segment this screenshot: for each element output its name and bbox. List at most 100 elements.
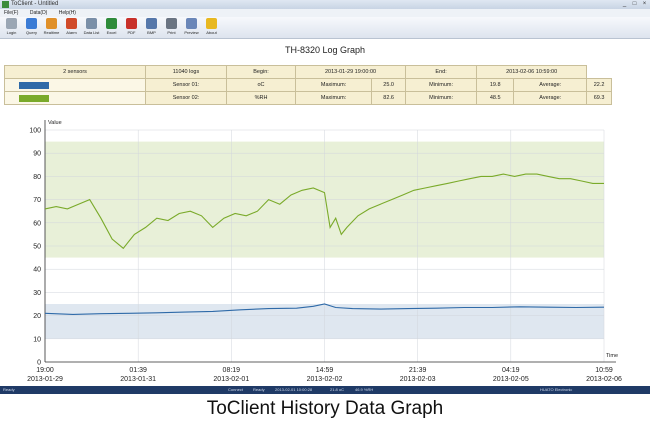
pdf-button[interactable]: PDF	[123, 18, 140, 37]
y-tick-label: 20	[33, 313, 41, 320]
sensor-01-max-label: Maximum:	[294, 78, 373, 92]
x-tick-time: 19:00	[36, 367, 54, 374]
toolbar-label: BMP	[147, 30, 156, 35]
status-hum: 46.9 %RH	[355, 387, 374, 392]
maximize-button[interactable]: □	[630, 1, 639, 8]
bmp-button[interactable]: BMP	[143, 18, 160, 37]
preview-icon	[186, 18, 197, 29]
sensor-count: 2 sensors	[4, 65, 146, 79]
log-count: 11040 logs	[145, 65, 227, 79]
about-icon	[206, 18, 217, 29]
sensor-01-swatch	[19, 81, 49, 89]
sensor-01-min: 19.8	[476, 78, 515, 92]
toolbar-label: Alarm	[66, 30, 77, 35]
toolbar: Login Query Realtime Alarm Data List Excel PDF…	[0, 17, 650, 39]
sensor-02-max-label: Maximum:	[294, 91, 373, 105]
sensor-02-unit: %RH	[226, 91, 296, 105]
toolbar-label: Query	[26, 30, 37, 35]
menu-file[interactable]: File(F)	[4, 10, 18, 16]
y-tick-label: 10	[33, 336, 41, 343]
toolbar-label: Login	[6, 30, 17, 35]
x-tick-time: 10:59	[595, 367, 613, 374]
caption: ToClient History Data Graph	[206, 398, 444, 419]
alarm-icon	[66, 18, 77, 29]
sensor-01-name: Sensor 01:	[145, 78, 227, 92]
toolbar-label: Excel	[106, 30, 117, 35]
data-list-button[interactable]: Data List	[83, 18, 100, 37]
login-icon	[6, 18, 17, 29]
y-axis-label: Value	[48, 120, 62, 126]
login-button[interactable]: Login	[3, 18, 20, 37]
close-button[interactable]: ×	[640, 1, 649, 8]
end-label: End:	[405, 65, 478, 79]
x-tick-time: 14:59	[316, 367, 334, 374]
y-tick-label: 90	[33, 151, 41, 158]
x-tick-time: 04:19	[502, 367, 520, 374]
bmp-icon	[146, 18, 157, 29]
sensor-02-swatch	[19, 94, 49, 102]
x-tick-date: 2013-02-03	[400, 376, 436, 383]
y-tick-label: 30	[33, 290, 41, 297]
window-title: ToClient - Untitled	[11, 1, 59, 7]
print-button[interactable]: Print	[163, 18, 180, 37]
sensor-01-avg-label: Average:	[513, 78, 588, 92]
menu-data[interactable]: Data(D)	[30, 10, 48, 16]
sensor-02-min-label: Minimum:	[405, 91, 478, 105]
sensor-01-swatch-cell	[4, 78, 146, 92]
realtime-button[interactable]: Realtime	[43, 18, 60, 37]
x-tick-time: 01:39	[129, 367, 147, 374]
y-tick-label: 100	[29, 128, 41, 135]
x-tick-date: 2013-02-01	[213, 376, 249, 383]
info-table: 2 sensors 11040 logs Begin: 2013-01-29 1…	[4, 65, 612, 105]
status-temp: 21.8 oC	[330, 387, 345, 392]
pdf-icon	[126, 18, 137, 29]
menu-bar: File(F) Data(D) Help(H)	[0, 9, 650, 17]
excel-button[interactable]: Excel	[103, 18, 120, 37]
sensor-02-min: 48.5	[476, 91, 515, 105]
title-bar: ToClient - Untitled _ □ ×	[0, 0, 650, 9]
about-button[interactable]: About	[203, 18, 220, 37]
preview-button[interactable]: Preview	[183, 18, 200, 37]
data-list-icon	[86, 18, 97, 29]
y-tick-label: 0	[37, 360, 41, 367]
query-button[interactable]: Query	[23, 18, 40, 37]
menu-help[interactable]: Help(H)	[59, 10, 76, 16]
minimize-button[interactable]: _	[620, 1, 629, 8]
sensor-02-swatch-cell	[4, 91, 146, 105]
alarm-button[interactable]: Alarm	[63, 18, 80, 37]
x-tick-date: 2013-01-31	[120, 376, 156, 383]
app-icon	[2, 1, 9, 8]
status-company: HUATO Electronic	[540, 387, 573, 392]
x-tick-date: 2013-02-02	[307, 376, 343, 383]
toolbar-label: Data List	[83, 30, 100, 35]
begin-label: Begin:	[226, 65, 296, 79]
sensor-02-max: 82.6	[371, 91, 407, 105]
toolbar-label: Realtime	[43, 30, 60, 35]
x-tick-date: 2013-01-29	[27, 376, 63, 383]
status-connect: Connect	[228, 387, 243, 392]
sensor-02-avg-label: Average:	[513, 91, 588, 105]
x-tick-time: 08:19	[223, 367, 241, 374]
status-bar: Ready Connect Ready 2013-02-01 10:00:28 …	[0, 386, 650, 394]
y-tick-label: 70	[33, 197, 41, 204]
x-tick-date: 2013-02-06	[586, 376, 622, 383]
print-icon	[166, 18, 177, 29]
sensor-02-avg: 69.3	[586, 91, 612, 105]
toolbar-label: Print	[167, 30, 176, 35]
graph-title: TH-8320 Log Graph	[284, 45, 366, 55]
x-axis-label: Time	[606, 353, 618, 359]
x-tick-date: 2013-02-05	[493, 376, 529, 383]
toolbar-label: PDF	[127, 30, 136, 35]
status-ready: Ready	[3, 387, 15, 392]
y-tick-label: 40	[33, 267, 41, 274]
end-value: 2013-02-06 10:59:00	[476, 65, 588, 79]
y-tick-label: 50	[33, 244, 41, 251]
query-icon	[26, 18, 37, 29]
excel-icon	[106, 18, 117, 29]
history-chart: 0 10 20 30 40 50 60 70 80 90 100 19:00 2013-01-29 01:…	[27, 120, 622, 383]
x-tick-time: 21:39	[409, 367, 427, 374]
sensor-01-avg: 22.2	[586, 78, 612, 92]
y-tick-label: 60	[33, 220, 41, 227]
realtime-icon	[46, 18, 57, 29]
sensor-01-min-label: Minimum:	[405, 78, 478, 92]
